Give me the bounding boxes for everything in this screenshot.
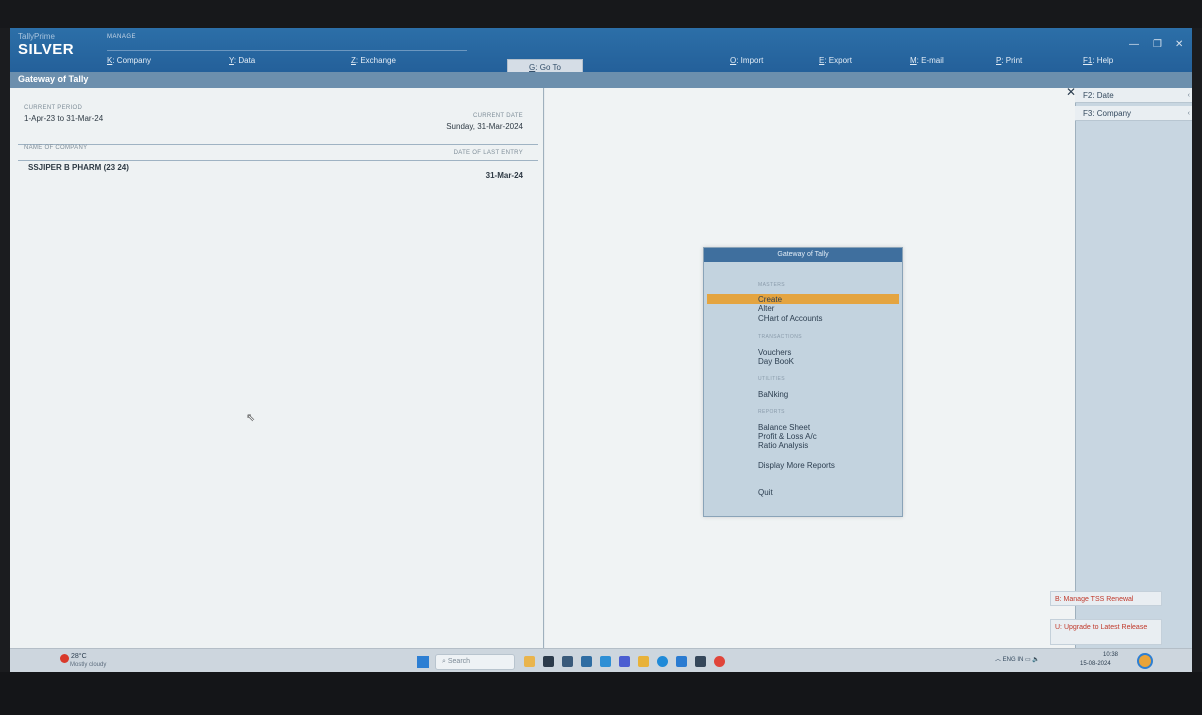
menu-item-quit[interactable]: Quit [758,488,773,497]
f3-company-button[interactable]: F3: Company ‹ [1075,106,1192,121]
menu-item-ratio-analysis[interactable]: Ratio Analysis [758,441,808,450]
windows-start-icon[interactable] [417,656,429,668]
menu-item-create[interactable]: Create [758,295,782,304]
edge-icon[interactable] [657,656,668,667]
section-utilities: UTILITIES [758,376,785,382]
section-masters: MASTERS [758,282,785,288]
current-period-label: CURRENT PERIOD [24,105,83,111]
gateway-menu: Gateway of Tally MASTERS Create Alter CH… [703,247,903,517]
title-strip: Gateway of Tally [10,72,1192,88]
top-menu-bar: TallyPrime SILVER MANAGE K: Company Y: D… [10,28,1192,76]
menu-item-banking[interactable]: BaNking [758,390,788,399]
weather-temperature: 28°C [71,653,87,660]
menu-item-chart-of-accounts[interactable]: CHart of Accounts [758,314,822,323]
teams-icon[interactable] [619,656,630,667]
company-name-label: NAME OF COMPANY [24,145,88,151]
menu-item-day-book[interactable]: Day BooK [758,357,794,366]
divider-line [18,144,538,145]
expand-arrow-icon: ‹ [1187,110,1190,117]
app-icon[interactable] [695,656,706,667]
section-reports: REPORTS [758,409,785,415]
chrome-icon[interactable] [714,656,725,667]
menu-import[interactable]: O: Import [730,56,763,65]
taskbar-search[interactable]: ⌕ Search [435,654,515,670]
clock-date[interactable]: 15-08-2024 [1080,661,1111,667]
manage-tss-renewal-button[interactable]: B: Manage TSS Renewal [1050,591,1162,606]
page-title: Gateway of Tally [18,74,89,84]
menu-help[interactable]: F1: Help [1083,56,1113,65]
menu-company[interactable]: K: Company [107,56,151,65]
current-period-value: 1-Apr-23 to 31-Mar-24 [24,114,104,123]
current-date-value: Sunday, 31-Mar-2024 [446,122,523,131]
close-window-icon[interactable]: ✕ [1175,39,1183,50]
widgets-icon[interactable] [524,656,535,667]
current-date-label: CURRENT DATE [472,113,523,119]
gateway-menu-header: Gateway of Tally [704,248,902,262]
menu-print[interactable]: P: Print [996,56,1022,65]
manage-label: MANAGE [107,34,137,40]
f2-date-button[interactable]: F2: Date ‹ [1075,88,1192,103]
menu-export[interactable]: E: Export [819,56,852,65]
mouse-cursor-icon: ⇖ [246,412,256,424]
company-info-panel: CURRENT PERIOD 1-Apr-23 to 31-Mar-24 CUR… [10,88,544,648]
selection-highlight [707,294,899,304]
brand-product: TallyPrime [18,32,55,41]
app-icon[interactable] [562,656,573,667]
menu-exchange[interactable]: Z: Exchange [351,56,396,65]
menu-data[interactable]: Y: Data [229,56,255,65]
manage-divider [107,50,467,51]
weather-description: Mostly cloudy [70,662,107,668]
windows-taskbar: 28°C Mostly cloudy ⌕ Search ︿ ENG IN ▭ 🔈… [10,648,1192,674]
chevron-up-icon[interactable]: ︿ [995,657,1003,663]
system-tray[interactable]: ︿ ENG IN ▭ 🔈 [995,654,1040,663]
restore-icon[interactable]: ❐ [1153,39,1162,50]
tally-icon[interactable] [600,656,611,667]
file-explorer-icon[interactable] [638,656,649,667]
button-bar [1075,88,1192,648]
menu-item-alter[interactable]: Alter [758,304,774,313]
section-transactions: TRANSACTIONS [758,334,802,340]
last-entry-label: DATE OF LAST ENTRY [453,150,523,156]
store-icon[interactable] [581,656,592,667]
outlook-icon[interactable] [676,656,687,667]
clock-time[interactable]: 10:38 [1103,652,1118,658]
notification-icon[interactable] [1137,653,1153,669]
menu-item-display-more-reports[interactable]: Display More Reports [758,461,835,470]
menu-item-profit-loss[interactable]: Profit & Loss A/c [758,432,817,441]
brand-edition: SILVER [18,41,75,58]
minimize-icon[interactable]: — [1129,39,1139,50]
menu-email[interactable]: M: E-mail [910,56,944,65]
divider-line [18,160,538,161]
menu-item-balance-sheet[interactable]: Balance Sheet [758,423,810,432]
tally-window: TallyPrime SILVER MANAGE K: Company Y: D… [10,28,1192,674]
weather-icon[interactable] [60,654,69,663]
monitor-bezel-bottom [0,672,1202,715]
expand-arrow-icon: ‹ [1187,92,1190,99]
last-entry-date: 31-Mar-24 [485,171,523,180]
company-name[interactable]: SSJIPER B PHARM (23 24) [28,163,129,172]
task-view-icon[interactable] [543,656,554,667]
upgrade-release-button[interactable]: U: Upgrade to Latest Release [1050,619,1162,645]
monitor-bezel-top [0,0,1202,28]
menu-item-vouchers[interactable]: Vouchers [758,348,791,357]
